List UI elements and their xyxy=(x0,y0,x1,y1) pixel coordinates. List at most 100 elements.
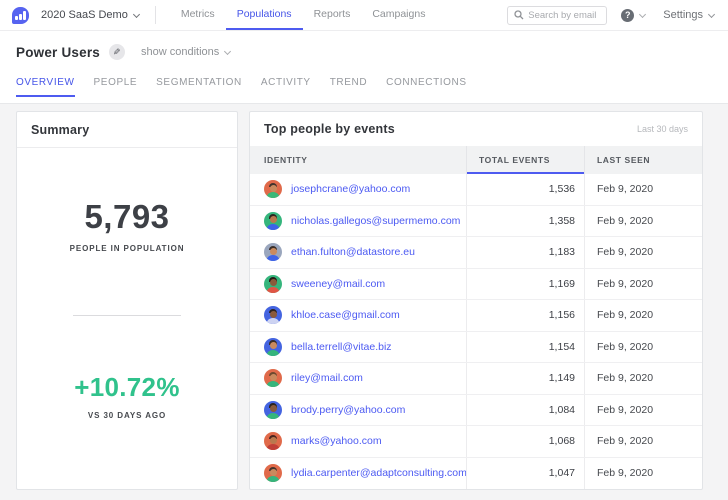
identity-cell: marks@yahoo.com xyxy=(250,426,466,457)
identity-cell: riley@mail.com xyxy=(250,363,466,394)
person-email-link[interactable]: lydia.carpenter@adaptconsulting.com xyxy=(291,467,466,479)
table-row: bella.terrell@vitae.biz 1,154Feb 9, 2020 xyxy=(250,332,702,364)
column-header-total-events[interactable]: TOTAL EVENTS xyxy=(466,146,584,174)
nav-item-campaigns[interactable]: Campaigns xyxy=(361,0,436,30)
person-email-link[interactable]: riley@mail.com xyxy=(291,372,363,384)
navbar-divider xyxy=(155,6,156,24)
chevron-down-icon xyxy=(224,47,231,54)
primary-nav: MetricsPopulationsReportsCampaigns xyxy=(170,0,437,30)
identity-cell: brody.perry@yahoo.com xyxy=(250,395,466,426)
avatar xyxy=(264,212,282,230)
last-seen-cell: Feb 9, 2020 xyxy=(584,395,702,426)
table-row: khloe.case@gmail.com 1,156Feb 9, 2020 xyxy=(250,300,702,332)
person-email-link[interactable]: ethan.fulton@datastore.eu xyxy=(291,246,415,258)
column-header-identity[interactable]: IDENTITY xyxy=(250,146,466,174)
summary-body: 5,793 PEOPLE IN POPULATION +10.72% VS 30… xyxy=(17,198,237,420)
column-header-last-seen[interactable]: LAST SEEN xyxy=(584,146,702,174)
tab-people[interactable]: PEOPLE xyxy=(94,77,138,97)
avatar xyxy=(264,243,282,261)
nav-item-populations[interactable]: Populations xyxy=(226,0,303,30)
tab-connections[interactable]: CONNECTIONS xyxy=(386,77,467,97)
chevron-down-icon xyxy=(639,10,646,17)
population-title: Power Users xyxy=(16,45,100,60)
last-seen-cell: Feb 9, 2020 xyxy=(584,300,702,331)
total-events-cell: 1,169 xyxy=(466,269,584,300)
tab-segmentation[interactable]: SEGMENTATION xyxy=(156,77,242,97)
table-row: riley@mail.com1,149Feb 9, 2020 xyxy=(250,363,702,395)
nav-item-metrics[interactable]: Metrics xyxy=(170,0,226,30)
edit-population-button[interactable]: ✎ xyxy=(109,44,125,60)
top-people-title: Top people by events xyxy=(264,122,395,136)
bar-chart-icon xyxy=(15,16,18,20)
total-events-cell: 1,358 xyxy=(466,206,584,237)
last-seen-cell: Feb 9, 2020 xyxy=(584,332,702,363)
app-logo[interactable] xyxy=(12,7,29,24)
summary-panel: Summary 5,793 PEOPLE IN POPULATION +10.7… xyxy=(16,111,238,490)
population-change-label: VS 30 DAYS AGO xyxy=(17,411,237,420)
identity-cell: lydia.carpenter@adaptconsulting.com xyxy=(250,458,466,490)
avatar xyxy=(264,369,282,387)
total-events-cell: 1,149 xyxy=(466,363,584,394)
settings-label: Settings xyxy=(663,9,703,21)
total-events-cell: 1,047 xyxy=(466,458,584,490)
search-box xyxy=(507,6,607,25)
help-icon: ? xyxy=(621,9,634,22)
identity-cell: bella.terrell@vitae.biz xyxy=(250,332,466,363)
person-email-link[interactable]: bella.terrell@vitae.biz xyxy=(291,341,392,353)
top-navbar: 2020 SaaS Demo MetricsPopulationsReports… xyxy=(0,0,728,31)
last-seen-cell: Feb 9, 2020 xyxy=(584,237,702,268)
person-email-link[interactable]: josephcrane@yahoo.com xyxy=(291,183,410,195)
tab-activity[interactable]: ACTIVITY xyxy=(261,77,311,97)
identity-cell: sweeney@mail.com xyxy=(250,269,466,300)
avatar xyxy=(264,401,282,419)
table-header: IDENTITYTOTAL EVENTSLAST SEEN xyxy=(250,146,702,174)
summary-title: Summary xyxy=(31,123,89,137)
main-content: Summary 5,793 PEOPLE IN POPULATION +10.7… xyxy=(0,104,728,490)
account-name: 2020 SaaS Demo xyxy=(41,9,128,21)
total-events-cell: 1,084 xyxy=(466,395,584,426)
total-events-cell: 1,536 xyxy=(466,174,584,205)
total-events-cell: 1,183 xyxy=(466,237,584,268)
person-email-link[interactable]: sweeney@mail.com xyxy=(291,278,385,290)
total-events-cell: 1,068 xyxy=(466,426,584,457)
search-icon xyxy=(514,10,524,20)
help-menu[interactable]: ? xyxy=(621,0,645,30)
avatar xyxy=(264,306,282,324)
person-email-link[interactable]: marks@yahoo.com xyxy=(291,435,382,447)
population-header: Power Users ✎ show conditions xyxy=(0,43,728,61)
total-events-cell: 1,156 xyxy=(466,300,584,331)
avatar xyxy=(264,338,282,356)
identity-cell: ethan.fulton@datastore.eu xyxy=(250,237,466,268)
person-email-link[interactable]: khloe.case@gmail.com xyxy=(291,309,400,321)
tab-bar: OVERVIEW PEOPLE SEGMENTATION ACTIVITY TREND C… xyxy=(0,77,728,97)
population-count: 5,793 xyxy=(17,198,237,236)
top-people-panel: Top people by events Last 30 days IDENTI… xyxy=(249,111,703,490)
table-row: sweeney@mail.com 1,169Feb 9, 2020 xyxy=(250,269,702,301)
avatar xyxy=(264,180,282,198)
tab-overview[interactable]: OVERVIEW xyxy=(16,77,75,97)
settings-menu[interactable]: Settings xyxy=(663,0,714,30)
last-seen-cell: Feb 9, 2020 xyxy=(584,426,702,457)
page-header: 2020 SaaS Demo MetricsPopulationsReports… xyxy=(0,0,728,104)
last-seen-cell: Feb 9, 2020 xyxy=(584,269,702,300)
last-seen-cell: Feb 9, 2020 xyxy=(584,458,702,490)
account-switcher[interactable]: 2020 SaaS Demo xyxy=(41,0,139,30)
table-row: marks@yahoo.com 1,068Feb 9, 2020 xyxy=(250,426,702,458)
population-change: +10.72% xyxy=(17,372,237,403)
last-seen-cell: Feb 9, 2020 xyxy=(584,174,702,205)
tab-trend[interactable]: TREND xyxy=(330,77,367,97)
chevron-down-icon xyxy=(708,10,715,17)
person-email-link[interactable]: brody.perry@yahoo.com xyxy=(291,404,405,416)
identity-cell: khloe.case@gmail.com xyxy=(250,300,466,331)
population-count-label: PEOPLE IN POPULATION xyxy=(17,244,237,253)
show-conditions-toggle[interactable]: show conditions xyxy=(141,46,230,58)
nav-item-reports[interactable]: Reports xyxy=(303,0,362,30)
total-events-cell: 1,154 xyxy=(466,332,584,363)
person-email-link[interactable]: nicholas.gallegos@supermemo.com xyxy=(291,215,460,227)
chevron-down-icon xyxy=(133,10,140,17)
show-conditions-label: show conditions xyxy=(141,46,219,58)
last-seen-cell: Feb 9, 2020 xyxy=(584,206,702,237)
table-row: josephcrane@yahoo.com 1,536Feb 9, 2020 xyxy=(250,174,702,206)
date-range-label: Last 30 days xyxy=(637,124,688,134)
search-input[interactable] xyxy=(528,10,600,21)
